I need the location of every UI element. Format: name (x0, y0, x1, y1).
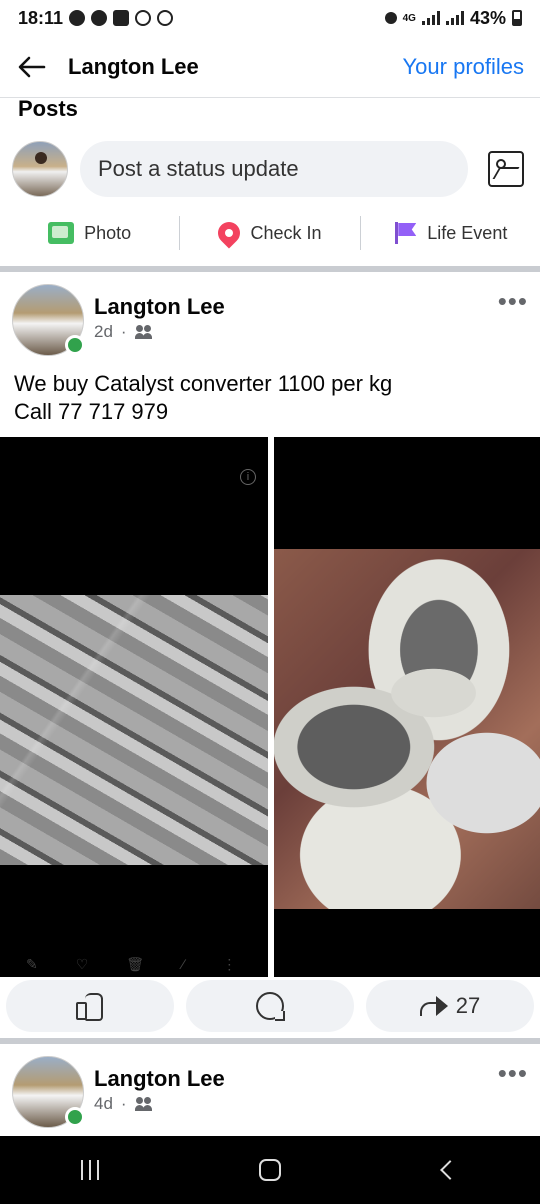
image-editor-toolbar: ✎ ♡ 🗑 ∕ ⋮ (26, 956, 236, 973)
photo-action-button[interactable]: Photo (0, 222, 179, 244)
signal-icon (445, 11, 464, 25)
friends-icon (134, 1097, 153, 1111)
heart-icon: ♡ (75, 956, 89, 972)
post-header: Langton Lee 4d · ••• (0, 1056, 540, 1128)
post-actions: 27 (0, 980, 540, 1032)
online-status-indicator (65, 1107, 85, 1127)
author-avatar[interactable] (12, 1056, 85, 1128)
life-event-label: Life Event (427, 222, 508, 243)
whatsapp-icon (157, 10, 174, 26)
add-photo-icon[interactable] (488, 151, 524, 187)
snapchat-icon (69, 10, 86, 26)
page-title: Langton Lee (68, 53, 199, 79)
post-timestamp[interactable]: 4d (94, 1094, 113, 1114)
back-arrow-icon[interactable] (16, 51, 48, 83)
post-timestamp[interactable]: 2d (94, 322, 113, 342)
post-header: Langton Lee 2d · ••• (0, 284, 540, 356)
photo-icon (48, 222, 75, 244)
avatar[interactable] (12, 141, 68, 197)
location-pin-icon (213, 217, 246, 249)
share-icon (419, 994, 448, 1018)
composer-actions: Photo Check In Life Event (0, 210, 540, 256)
section-divider (0, 266, 540, 272)
home-button[interactable] (240, 1150, 300, 1190)
post: Langton Lee 4d · ••• (0, 1056, 540, 1128)
battery-percent: 43% (469, 7, 506, 28)
friends-icon (134, 325, 153, 339)
info-icon[interactable]: i (240, 469, 256, 485)
status-bar: 18:11 4G 43% (0, 0, 540, 36)
youtube-icon (113, 10, 130, 26)
life-event-button[interactable]: Life Event (361, 222, 540, 244)
photo-action-label: Photo (84, 222, 132, 243)
post-images: i ✎ ♡ 🗑 ∕ ⋮ (0, 437, 540, 977)
section-heading: Posts (18, 96, 78, 121)
network-type: 4G (402, 12, 416, 24)
comment-icon (256, 992, 285, 1021)
recent-apps-button[interactable] (60, 1150, 120, 1190)
status-input[interactable]: Post a status update (80, 141, 468, 197)
alarm-icon (384, 12, 397, 24)
author-name[interactable]: Langton Lee (94, 294, 225, 320)
back-button[interactable] (420, 1150, 480, 1190)
more-options-icon[interactable]: ••• (498, 288, 528, 314)
status-input-placeholder: Post a status update (98, 156, 299, 181)
post-image[interactable] (274, 437, 540, 977)
edit-icon: ✎ (26, 956, 38, 972)
post-image[interactable]: i ✎ ♡ 🗑 ∕ ⋮ (0, 437, 268, 977)
comment-button[interactable] (186, 980, 354, 1032)
status-composer: Post a status update (0, 138, 540, 200)
draw-icon: ∕ (182, 956, 185, 972)
online-status-indicator (65, 335, 85, 355)
post-text: We buy Catalyst converter 1100 per kg Ca… (14, 371, 393, 424)
catalyst-scrap-photo (0, 595, 268, 865)
app-header: Langton Lee Your profiles (0, 36, 540, 98)
check-in-label: Check In (250, 222, 322, 243)
share-count: 27 (455, 993, 481, 1018)
author-avatar[interactable] (12, 284, 85, 356)
flag-icon (393, 222, 417, 244)
signal-icon (421, 11, 440, 25)
section-divider (0, 1038, 540, 1044)
post: Langton Lee 2d · ••• We buy Catalyst con… (0, 284, 540, 426)
status-time: 18:11 (18, 7, 64, 28)
your-profiles-link[interactable]: Your profiles (403, 54, 524, 80)
thumbs-up-icon (76, 992, 104, 1021)
more-icon: ⋮ (222, 956, 237, 972)
home-icon (259, 1159, 281, 1181)
like-button[interactable] (6, 980, 174, 1032)
battery-icon (512, 10, 522, 26)
whatsapp-icon (135, 10, 152, 26)
system-navigation-bar (0, 1136, 540, 1204)
trash-icon: 🗑 (126, 956, 145, 972)
snapchat-icon (91, 10, 108, 26)
more-options-icon[interactable]: ••• (498, 1060, 528, 1086)
back-chevron-icon (440, 1160, 460, 1180)
author-name[interactable]: Langton Lee (94, 1066, 225, 1092)
recent-apps-icon (81, 1160, 99, 1180)
check-in-button[interactable]: Check In (180, 217, 359, 249)
share-button[interactable]: 27 (366, 980, 534, 1032)
catalyst-converters-photo (274, 549, 540, 909)
